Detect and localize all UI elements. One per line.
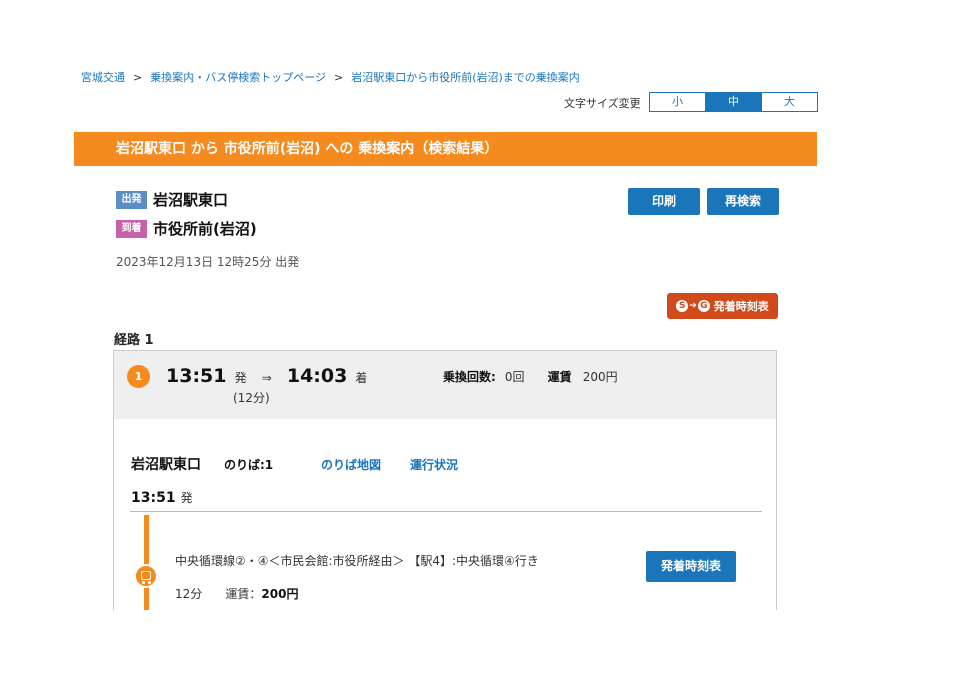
route-times: 13:51 発 ⇒ 14:03 着 [166,365,367,387]
breadcrumb-home-link[interactable]: 宮城交通 [81,71,125,84]
departure-tag: 出発 [116,191,147,209]
font-size-medium-button[interactable]: 中 [705,93,761,111]
route-fare-info: 乗換回数: 0回 運賃 200円 [443,366,618,385]
summary-arrival-time: 14:03 [286,365,348,387]
transfers-value: 0回 [504,370,525,384]
transfers-label: 乗換回数: [443,370,496,384]
platform-map-link[interactable]: のりば地図 [321,456,381,473]
route-title: 経路 1 [114,333,154,348]
font-size-label: 文字サイズ変更 [564,97,641,110]
route-line [144,515,149,610]
segment-fare-value: 200円 [261,587,299,601]
search-datetime: 2023年12月13日 12時25分 出発 [116,255,300,269]
route-card: 1 13:51 発 ⇒ 14:03 着 (12分) 乗換回数: 0回 運賃 20… [113,350,777,610]
segment-fare-label: 運賃： [225,587,262,601]
fare-value: 200円 [582,370,618,384]
arrow-icon: ⇒ [261,371,272,385]
research-button[interactable]: 再検索 [707,188,779,215]
breadcrumb-separator: > [133,71,143,84]
timetable-link-button[interactable]: S ➔ G 発着時刻表 [667,293,778,319]
bus-line-name: 中央循環線②・④＜市民会館:市役所経由＞ 【駅4】:中央循環④行き [175,554,539,568]
breadcrumb-current-page[interactable]: 岩沼駅東口から市役所前(岩沼)までの乗換案内 [351,71,580,84]
fare-label: 運賃 [547,370,572,384]
summary-departure-time: 13:51 [166,365,227,387]
arrival-stop: 市役所前(岩沼) [153,220,257,238]
font-size-switcher: 小 中 大 [649,92,818,112]
route-number-badge: 1 [127,365,150,388]
operation-status-link[interactable]: 運行状況 [410,456,458,473]
boarding-time-value: 13:51 [131,490,176,506]
boarding-time-suffix: 発 [180,491,193,505]
segment-info: 12分 運賃：200円 [175,583,298,602]
font-size-large-button[interactable]: 大 [761,93,817,111]
start-goal-icon: S ➔ G [676,300,710,312]
breadcrumb: 宮城交通 > 乗換案内・バス停検索トップページ > 岩沼駅東口から市役所前(岩沼)までの… [81,69,580,85]
departure-stop: 岩沼駅東口 [153,191,229,209]
print-button[interactable]: 印刷 [628,188,700,215]
boarding-time: 13:51 発 [131,487,193,506]
route-duration: (12分) [233,391,270,405]
font-size-small-button[interactable]: 小 [650,93,705,111]
summary-departure-suffix: 発 [234,371,247,385]
divider [130,511,762,512]
timetable-link-label: 発着時刻表 [713,300,769,313]
arrival-tag: 到着 [116,220,147,238]
breadcrumb-separator: > [334,71,344,84]
boarding-stop-name: 岩沼駅東口 [131,457,201,473]
segment-timetable-button[interactable]: 発着時刻表 [646,551,736,582]
breadcrumb-search-top-link[interactable]: 乗換案内・バス停検索トップページ [150,71,326,84]
summary-arrival-suffix: 着 [355,371,368,385]
platform-label: のりば:1 [224,458,274,472]
bus-icon [134,564,158,588]
segment-duration: 12分 [175,587,203,601]
page-title: 岩沼駅東口 から 市役所前(岩沼) への 乗換案内（検索結果） [74,132,817,166]
